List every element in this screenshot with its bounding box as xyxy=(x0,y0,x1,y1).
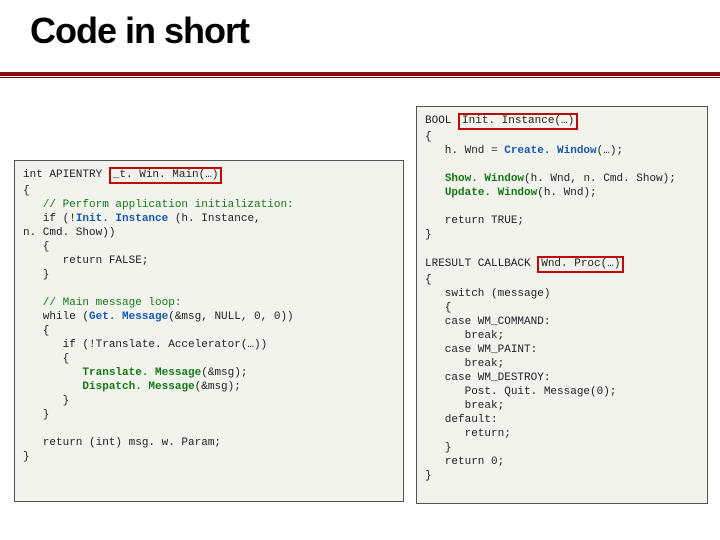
code-line: if (!Translate. Accelerator(…)) xyxy=(23,339,267,351)
code-line: break; xyxy=(425,400,504,412)
code-line: BOOL xyxy=(425,115,458,127)
code-line: return (int) msg. w. Param; xyxy=(23,437,221,449)
code-line: switch (message) xyxy=(425,288,550,300)
code-call: Translate. Message xyxy=(82,367,201,379)
code-line: if (! xyxy=(23,213,76,225)
code-box-initinstance-wndproc: BOOL Init. Instance(…) { h. Wnd = Create… xyxy=(416,106,708,504)
code-line: { xyxy=(23,241,49,253)
code-line xyxy=(425,187,445,199)
code-line xyxy=(425,173,445,185)
code-line xyxy=(23,367,82,379)
code-call: Dispatch. Message xyxy=(82,381,194,393)
slide: Code in short int APIENTRY _t. Win. Main… xyxy=(0,0,720,540)
code-line: return; xyxy=(425,428,511,440)
code-call: Get. Message xyxy=(89,311,168,323)
code-call: Create. Window xyxy=(504,145,596,157)
highlight-initinstance: Init. Instance(…) xyxy=(458,113,578,130)
code-call: Show. Window xyxy=(445,173,524,185)
highlight-wndproc: Wnd. Proc(…) xyxy=(537,256,624,273)
slide-title: Code in short xyxy=(30,10,249,52)
code-line: { xyxy=(425,274,432,286)
code-line: return TRUE; xyxy=(425,215,524,227)
code-line: (&msg, NULL, 0, 0)) xyxy=(168,311,293,323)
code-line: (h. Instance, xyxy=(168,213,260,225)
code-line: (…); xyxy=(597,145,623,157)
code-line: } xyxy=(23,451,30,463)
code-line xyxy=(23,381,82,393)
code-line: { xyxy=(425,302,451,314)
code-line: { xyxy=(425,131,432,143)
code-line: default: xyxy=(425,414,498,426)
code-comment: // Main message loop: xyxy=(23,297,181,309)
code-line: } xyxy=(425,229,432,241)
code-line: { xyxy=(23,325,49,337)
code-line: h. Wnd = xyxy=(425,145,504,157)
code-line: Post. Quit. Message(0); xyxy=(425,386,616,398)
code-line: { xyxy=(23,185,30,197)
code-line: break; xyxy=(425,330,504,342)
code-line: while ( xyxy=(23,311,89,323)
code-line: (h. Wnd, n. Cmd. Show); xyxy=(524,173,676,185)
code-line: break; xyxy=(425,358,504,370)
code-line: } xyxy=(23,395,69,407)
code-call: Update. Window xyxy=(445,187,537,199)
code-comment: // Perform application initialization: xyxy=(23,199,294,211)
code-line: case WM_DESTROY: xyxy=(425,372,550,384)
code-line: LRESULT CALLBACK xyxy=(425,258,537,270)
title-rule xyxy=(0,72,720,78)
code-line: } xyxy=(23,409,49,421)
code-line: } xyxy=(425,470,432,482)
code-line: } xyxy=(23,269,49,281)
code-line: n. Cmd. Show)) xyxy=(23,227,115,239)
code-line: return 0; xyxy=(425,456,504,468)
code-line: (h. Wnd); xyxy=(537,187,596,199)
code-line: return FALSE; xyxy=(23,255,148,267)
code-line: (&msg); xyxy=(201,367,247,379)
code-line: { xyxy=(23,353,69,365)
code-call: Init. Instance xyxy=(76,213,168,225)
highlight-winmain: _t. Win. Main(…) xyxy=(109,167,223,184)
code-line: int APIENTRY xyxy=(23,169,109,181)
code-line: } xyxy=(425,442,451,454)
code-box-winmain: int APIENTRY _t. Win. Main(…) { // Perfo… xyxy=(14,160,404,502)
code-line: (&msg); xyxy=(195,381,241,393)
code-line: case WM_PAINT: xyxy=(425,344,537,356)
code-line: case WM_COMMAND: xyxy=(425,316,550,328)
